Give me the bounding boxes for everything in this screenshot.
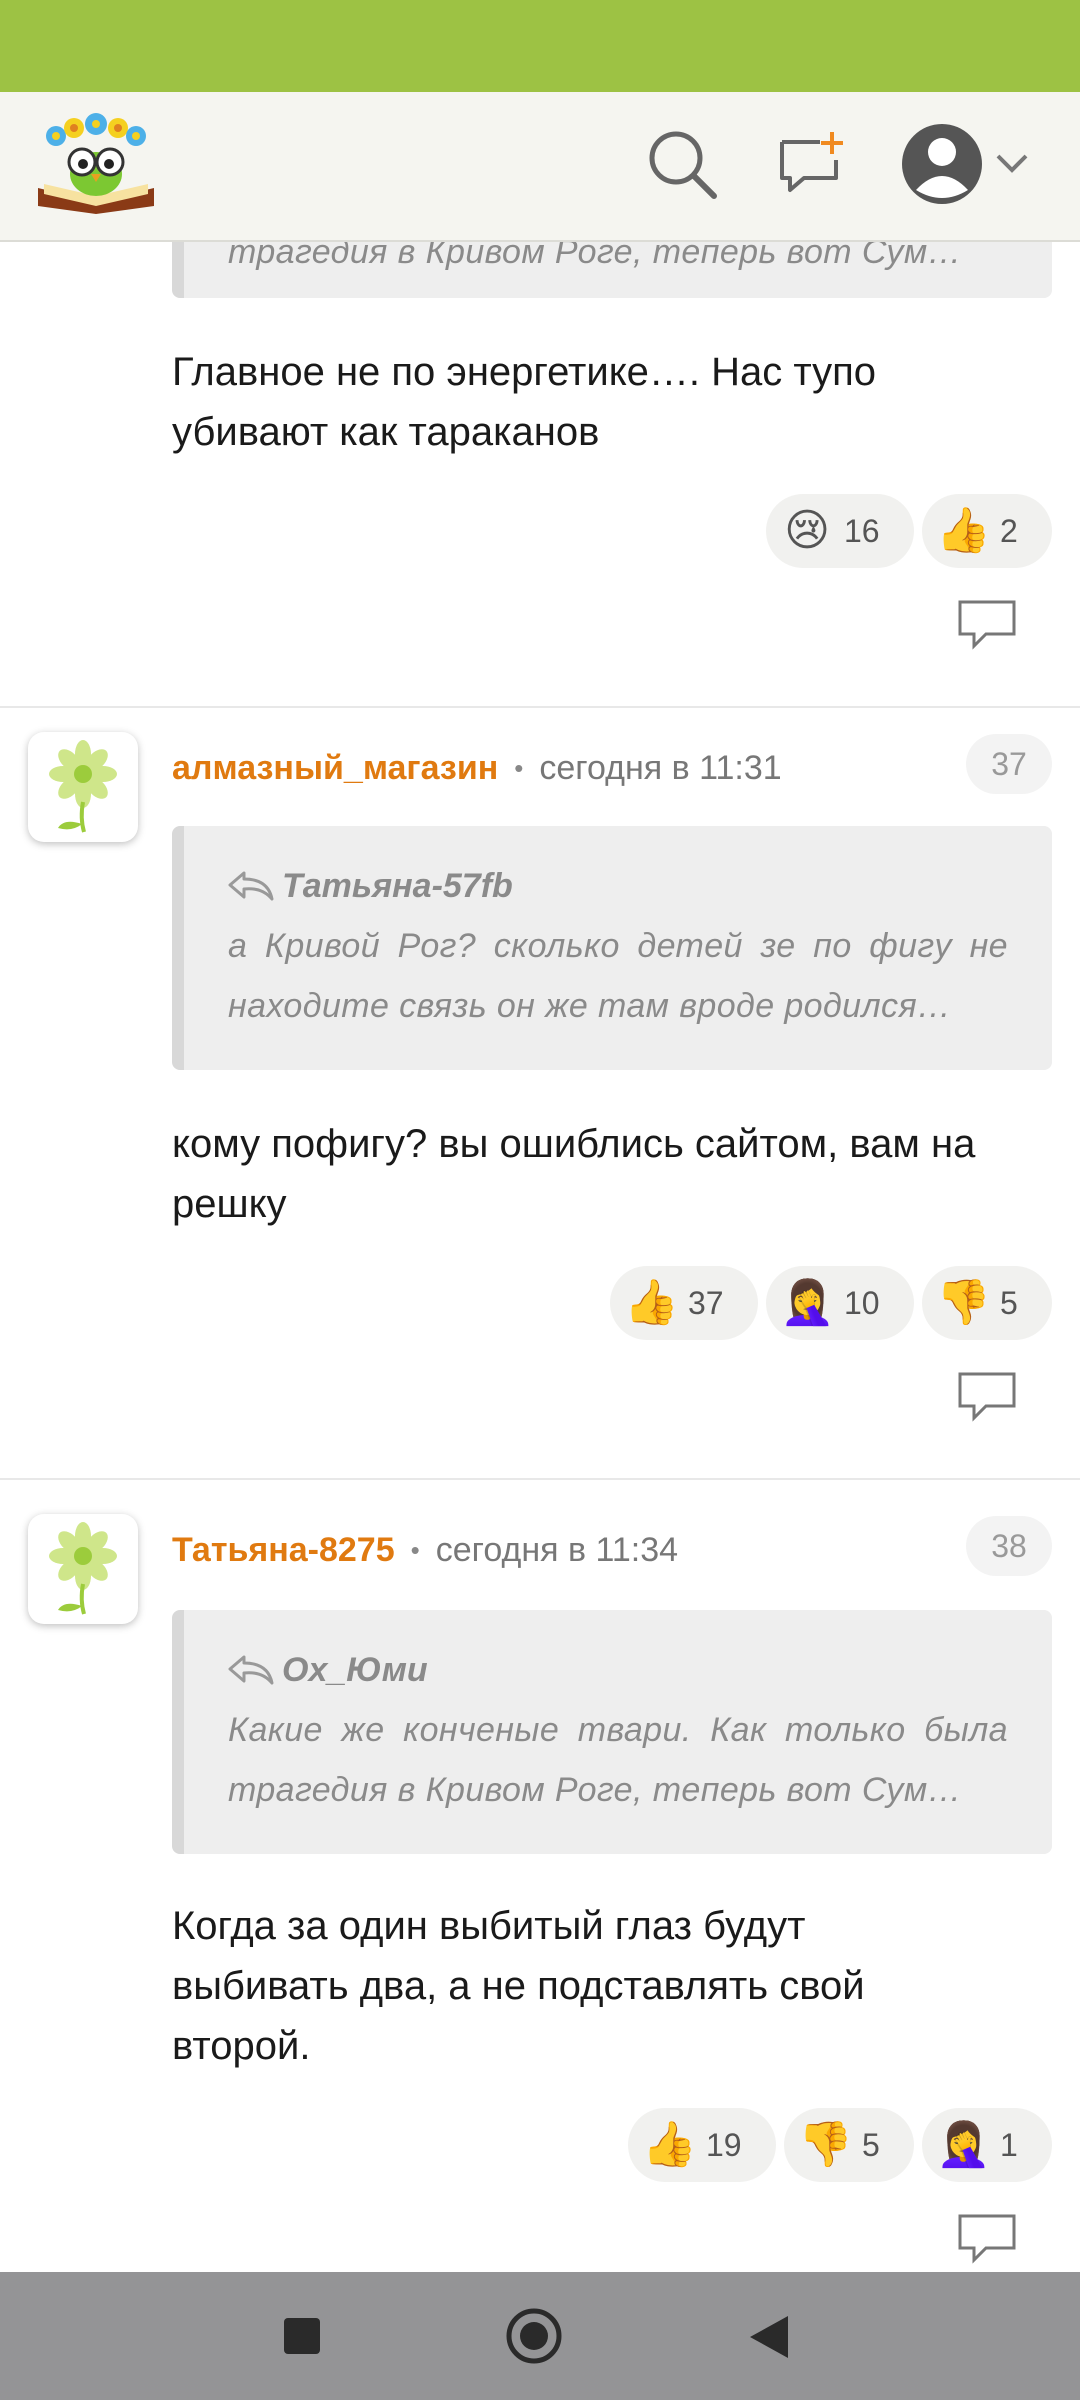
divider: [0, 706, 1080, 708]
reaction-count: 16: [844, 512, 880, 549]
quote-block[interactable]: Ох_Юми Какие же конченые твари. Как толь…: [172, 1610, 1052, 1854]
reaction-count: 1: [1000, 2126, 1018, 2163]
quote-author-line: Татьяна-57fb: [228, 856, 1008, 916]
quote-author: Татьяна-57fb: [282, 866, 513, 905]
user-avatar-icon[interactable]: [900, 120, 1036, 208]
comment-time: сегодня в 11:34: [435, 1530, 679, 1569]
reaction-thumbs-up[interactable]: 👍 37: [610, 1266, 758, 1340]
reaction-thumbs-up[interactable]: 👍 2: [922, 494, 1052, 568]
thumbs-up-icon: 👍: [936, 505, 991, 556]
thumbs-up-icon: 👍: [642, 2119, 697, 2170]
system-nav-bar: [0, 2272, 1080, 2400]
comment-time: сегодня в 11:31: [539, 748, 782, 787]
reply-icon[interactable]: [956, 1370, 1018, 1422]
reaction-facepalm[interactable]: 🤦‍♀️ 10: [766, 1266, 914, 1340]
thumbs-down-icon: 👎: [936, 1277, 991, 1328]
quote-author: Ох_Юми: [282, 1650, 428, 1689]
home-circle-icon[interactable]: [506, 2308, 562, 2364]
comment-number[interactable]: 37: [966, 734, 1052, 794]
author-name[interactable]: алмазный_магазин: [172, 749, 498, 788]
reaction-crying[interactable]: 😢 16: [766, 494, 914, 568]
reaction-thumbs-down[interactable]: 👎 5: [922, 1266, 1052, 1340]
owl-book-logo[interactable]: [34, 110, 158, 218]
reply-arrow-icon: [228, 871, 274, 901]
reaction-thumbs-up[interactable]: 👍 19: [628, 2108, 776, 2182]
reaction-count: 2: [1000, 512, 1018, 549]
comment-text: Когда за один выбитый глаз будут выбиват…: [172, 1904, 865, 2068]
reaction-count: 5: [862, 2126, 880, 2163]
thumbs-up-icon: 👍: [624, 1277, 679, 1328]
square-icon[interactable]: [282, 2316, 322, 2356]
comment-text: Главное не по энергетике…. Нас тупо убив…: [172, 350, 877, 454]
comment-text: кому пофигу? вы ошиблись сайтом, вам на …: [172, 1122, 976, 1226]
separator-dot: •: [514, 752, 524, 783]
reaction-thumbs-down[interactable]: 👎 5: [784, 2108, 914, 2182]
reply-arrow-icon: [228, 1655, 274, 1685]
chat-add-icon[interactable]: [776, 128, 848, 200]
thumbs-down-icon: 👎: [798, 2119, 853, 2170]
reply-icon[interactable]: [956, 2212, 1018, 2264]
quote-block[interactable]: Татьяна-57fb а Кривой Рог? сколько детей…: [172, 826, 1052, 1070]
reaction-facepalm[interactable]: 🤦‍♀️ 1: [922, 2108, 1052, 2182]
quote-text: Какие же конченые твари. Как только была…: [228, 1711, 1008, 1809]
facepalm-icon: 🤦‍♀️: [780, 1277, 835, 1328]
back-triangle-icon[interactable]: [748, 2314, 790, 2360]
separator-dot: •: [410, 1534, 420, 1565]
avatar[interactable]: [28, 732, 138, 842]
facepalm-icon: 🤦‍♀️: [936, 2119, 991, 2170]
comment-header: Татьяна-8275 • сегодня в 11:34: [172, 1520, 678, 1580]
quote-author-line: Ох_Юми: [228, 1640, 1008, 1700]
comment-header: алмазный_магазин • сегодня в 11:31: [172, 738, 782, 798]
reaction-count: 10: [844, 1284, 880, 1321]
app-header: [0, 92, 1080, 242]
reaction-count: 37: [688, 1284, 724, 1321]
reaction-count: 19: [706, 2126, 742, 2163]
author-name[interactable]: Татьяна-8275: [172, 1531, 395, 1570]
reply-icon[interactable]: [956, 598, 1018, 650]
divider: [0, 1478, 1080, 1480]
avatar[interactable]: [28, 1514, 138, 1624]
crying-face-icon: 😢: [784, 505, 830, 556]
quote-text: а Кривой Рог? сколько детей зе по фигу н…: [228, 927, 1008, 1025]
reaction-count: 5: [1000, 1284, 1018, 1321]
search-icon[interactable]: [646, 128, 718, 200]
comments-feed: трагедия в Кривом Роге, теперь вот Сум… …: [0, 0, 1080, 2400]
comment-number[interactable]: 38: [966, 1516, 1052, 1576]
